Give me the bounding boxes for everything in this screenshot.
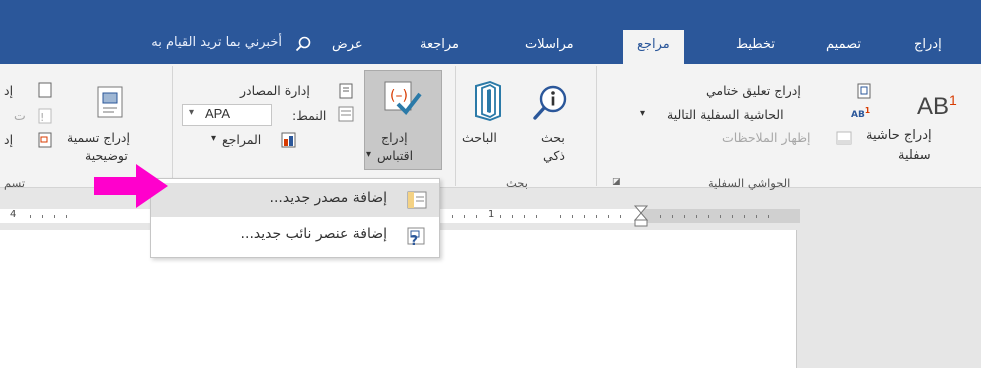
- update-table-button[interactable]: ت: [14, 108, 26, 123]
- bibliography-button[interactable]: المراجع: [222, 132, 261, 147]
- add-new-source-label: إضافة مصدر جديد...: [269, 190, 388, 206]
- insert-endnote-button[interactable]: إدراج تعليق ختامي: [706, 83, 801, 98]
- smart-lookup-icon[interactable]: [531, 82, 571, 122]
- insert-table-of-figures-icon: [38, 82, 52, 98]
- ribbon-tab-bar: إدراج تصميم تخطيط مراجع مراسلات مراجعة ع…: [0, 0, 981, 64]
- tab-layout[interactable]: تخطيط: [722, 34, 789, 64]
- smart-lookup-label[interactable]: بحث: [541, 130, 565, 145]
- tab-references[interactable]: مراجع: [623, 30, 684, 64]
- show-notes-button[interactable]: إظهار الملاحظات: [722, 130, 811, 145]
- insert-citation-menu: إضافة مصدر جديد... ? إضافة عنصر نائب جدي…: [150, 178, 440, 258]
- add-new-source-menu-item[interactable]: إضافة مصدر جديد...: [151, 183, 439, 217]
- footnotes-group-label: الحواشي السفلية: [708, 176, 791, 190]
- insert-footnote-label-2[interactable]: سفلية: [898, 148, 931, 163]
- cross-reference-button[interactable]: إد: [4, 132, 13, 147]
- bibliography-dropdown-icon[interactable]: ▾: [211, 133, 216, 144]
- svg-text:!: !: [40, 111, 44, 124]
- insert-table-of-figures-button[interactable]: إد: [4, 83, 13, 98]
- captions-group-label: تسم: [4, 176, 26, 190]
- manage-sources-button[interactable]: إدارة المصادر: [240, 83, 310, 98]
- tab-insert[interactable]: إدراج: [900, 34, 956, 64]
- update-table-icon: !: [38, 108, 52, 124]
- add-new-placeholder-label: إضافة عنصر نائب جديد...: [240, 226, 387, 242]
- manage-sources-icon: [339, 83, 353, 99]
- insert-caption-icon[interactable]: [94, 85, 128, 119]
- research-group-label: بحث: [506, 176, 528, 190]
- bibliography-icon: [281, 132, 296, 148]
- style-label: النمط:: [292, 108, 327, 123]
- tab-view[interactable]: عرض: [318, 34, 377, 64]
- insert-citation-icon: (–): [384, 81, 422, 116]
- divider: [455, 66, 456, 186]
- pointer-arrow-icon: [94, 164, 168, 208]
- researcher-icon[interactable]: [468, 80, 508, 122]
- tab-mailings[interactable]: مراسلات: [511, 34, 588, 64]
- search-icon: [295, 36, 311, 52]
- insert-footnote-label[interactable]: إدراج حاشية: [866, 128, 932, 143]
- insert-citation-label: إدراج: [381, 130, 408, 145]
- cross-reference-icon: [38, 132, 52, 148]
- tab-review[interactable]: مراجعة: [406, 34, 473, 64]
- style-value: APA: [205, 106, 231, 121]
- insert-citation-dropdown-icon[interactable]: ▾: [366, 149, 371, 160]
- show-notes-icon: [836, 131, 852, 145]
- ruler-number: 4: [10, 209, 17, 220]
- insert-caption-label-2[interactable]: توضيحية: [85, 148, 128, 163]
- add-new-placeholder-menu-item[interactable]: ? إضافة عنصر نائب جديد...: [151, 219, 439, 253]
- svg-text:?: ?: [410, 234, 418, 246]
- add-placeholder-icon: ?: [407, 227, 425, 246]
- tell-me-text: أخبرني بما تريد القيام به: [151, 35, 282, 50]
- footnotes-dialog-launcher-icon[interactable]: ◪: [612, 177, 621, 187]
- ruler-number: 1: [488, 209, 495, 220]
- tab-design[interactable]: تصميم: [812, 34, 875, 64]
- endnote-icon: [857, 83, 871, 99]
- tell-me-box[interactable]: أخبرني بما تريد القيام به: [40, 30, 312, 58]
- svg-text:(–): (–): [390, 88, 408, 104]
- divider: [596, 66, 597, 186]
- chevron-down-icon: ▾: [189, 107, 195, 118]
- divider: [172, 66, 173, 186]
- style-select[interactable]: ▾ APA: [182, 104, 272, 126]
- next-footnote-icon: AB1: [851, 106, 871, 120]
- add-source-icon: [407, 191, 427, 209]
- insert-footnote-icon[interactable]: AB1: [917, 92, 957, 121]
- insert-caption-label[interactable]: إدراج تسمية: [67, 130, 130, 145]
- insert-citation-label-2: اقتباس: [377, 148, 414, 163]
- next-footnote-dropdown-icon[interactable]: ▾: [640, 108, 645, 119]
- researcher-label[interactable]: الباحث: [462, 130, 497, 145]
- style-icon: [338, 106, 354, 122]
- next-footnote-button[interactable]: الحاشية السفلية التالية: [667, 107, 784, 122]
- smart-lookup-label-2[interactable]: ذكي: [543, 148, 565, 163]
- indent-marker-icon[interactable]: [634, 205, 648, 227]
